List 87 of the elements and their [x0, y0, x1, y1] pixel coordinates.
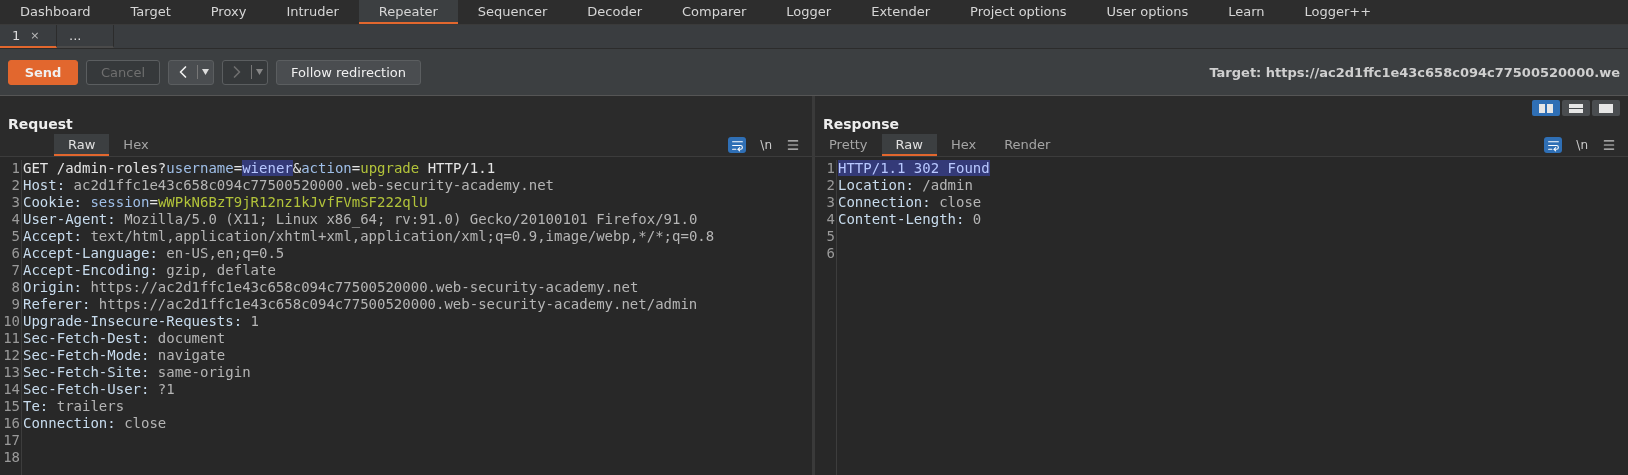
main-tab[interactable]: Decoder — [567, 0, 663, 24]
line-number: 1 — [11, 160, 20, 177]
line-number: 6 — [826, 245, 835, 262]
main-tab[interactable]: Extender — [851, 0, 951, 24]
code-line: Connection: close — [23, 415, 168, 432]
editor-tab[interactable]: Hex — [936, 134, 991, 156]
code-line: Te: trailers — [23, 398, 126, 415]
main-tab[interactable]: Comparer — [662, 0, 767, 24]
main-tab[interactable]: Project options — [950, 0, 1087, 24]
newline-toggle[interactable]: \n — [760, 138, 772, 152]
line-number: 6 — [11, 245, 20, 262]
caret-icon — [256, 69, 264, 75]
code-line: User-Agent: Mozilla/5.0 (X11; Linux x86_64; rv:91.0) Gecko/20100101 Firefox/91.0 — [23, 211, 699, 228]
code-line: Origin: https://ac2d1ffc1e43c658c094c77500520000.web-security-academy.net — [23, 279, 640, 296]
line-number: 10 — [3, 313, 20, 330]
main-tab[interactable]: Sequencer — [457, 0, 568, 24]
code-line: Sec-Fetch-Site: same-origin — [23, 364, 252, 381]
editor-tab[interactable]: Raw — [54, 134, 110, 156]
code-line: Accept-Encoding: gzip, deflate — [23, 262, 277, 279]
line-number: 11 — [3, 330, 20, 347]
newline-toggle[interactable]: \n — [1576, 138, 1588, 152]
menu-icon[interactable] — [1602, 138, 1616, 152]
line-number: 5 — [826, 228, 835, 245]
code-line: GET /admin-roles?username=wiener&action=upgrade HTTP/1.1 — [23, 160, 497, 177]
back-button[interactable] — [168, 59, 215, 85]
panel-title: Response — [823, 116, 900, 132]
main-tab[interactable]: Intruder — [266, 0, 359, 24]
line-number: 13 — [3, 364, 20, 381]
line-number: 5 — [11, 228, 20, 245]
code-line: Sec-Fetch-User: ?1 — [23, 381, 176, 398]
code-line: Sec-Fetch-Mode: navigate — [23, 347, 227, 364]
code-line: Sec-Fetch-Dest: document — [23, 330, 227, 347]
wrap-icon — [730, 138, 744, 152]
code-line: Accept: text/html,application/xhtml+xml,application/xml;q=0.9,image/webp,*/*;q=0.8 — [23, 228, 715, 245]
editor-tab[interactable]: Raw — [881, 134, 937, 156]
line-number: 4 — [826, 211, 835, 228]
caret-icon — [202, 69, 210, 75]
layout-toggle[interactable] — [1532, 100, 1560, 116]
main-tab[interactable]: Target — [110, 0, 191, 24]
line-number: 14 — [3, 381, 20, 398]
line-number: 15 — [3, 398, 20, 415]
menu-icon[interactable] — [786, 138, 800, 152]
panel-title: Request — [8, 116, 73, 132]
code-line: Upgrade-Insecure-Requests: 1 — [23, 313, 260, 330]
wrap-toggle[interactable] — [728, 137, 747, 153]
target-url: Target: https://ac2d1ffc1e43c658c094c77500520000.we — [1209, 64, 1620, 80]
tab-label: ... — [69, 28, 82, 43]
wrap-toggle[interactable] — [1544, 137, 1563, 153]
line-number: 16 — [3, 415, 20, 432]
line-number: 2 — [826, 177, 835, 194]
split-columns-icon — [1539, 103, 1553, 113]
main-tab[interactable]: Proxy — [190, 0, 267, 24]
line-number: 3 — [11, 194, 20, 211]
single-pane-icon — [1599, 103, 1613, 113]
main-tab[interactable]: Learn — [1208, 0, 1285, 24]
editor-tab[interactable]: Pretty — [815, 134, 882, 156]
layout-toggle[interactable] — [1562, 100, 1590, 116]
close-icon[interactable]: × — [30, 29, 40, 42]
main-tab[interactable]: Logger++ — [1284, 0, 1392, 24]
editor-tab[interactable]: Render — [990, 134, 1065, 156]
line-number: 17 — [3, 432, 20, 449]
line-number: 18 — [3, 449, 20, 466]
code-line: Content-Length: 0 — [838, 211, 983, 228]
follow-button[interactable]: Follow redirection — [276, 59, 421, 85]
line-number: 12 — [3, 347, 20, 364]
code-line: Host: ac2d1ffc1e43c658c094c77500520000.web-security-academy.net — [23, 177, 555, 194]
line-number: 8 — [11, 279, 20, 296]
main-tab[interactable]: Logger — [766, 0, 852, 24]
main-tab[interactable]: Repeater — [358, 0, 458, 24]
line-number: 2 — [11, 177, 20, 194]
layout-toggle[interactable] — [1592, 100, 1620, 116]
editor-tab[interactable]: Hex — [109, 134, 163, 156]
tab-label: 1 — [12, 28, 21, 43]
code-line: Connection: close — [838, 194, 983, 211]
main-tab[interactable]: User options — [1086, 0, 1209, 24]
line-number: 4 — [11, 211, 20, 228]
code-line: Cookie: session=wWPkN6BzT9jR12nz1kJvfFVmSF222qlU — [23, 194, 429, 211]
code-line: Location: /admin — [838, 177, 974, 194]
split-rows-icon — [1569, 103, 1583, 113]
main-tab[interactable]: Dashboard — [0, 0, 111, 24]
code-line: Referer: https://ac2d1ffc1e43c658c094c77500520000.web-security-academy.net/admin — [23, 296, 699, 313]
line-number: 7 — [11, 262, 20, 279]
line-number: 3 — [826, 194, 835, 211]
line-number: 9 — [11, 296, 20, 313]
line-number: 1 — [826, 160, 835, 177]
code-line: Accept-Language: en-US,en;q=0.5 — [23, 245, 286, 262]
wrap-icon — [1546, 138, 1560, 152]
